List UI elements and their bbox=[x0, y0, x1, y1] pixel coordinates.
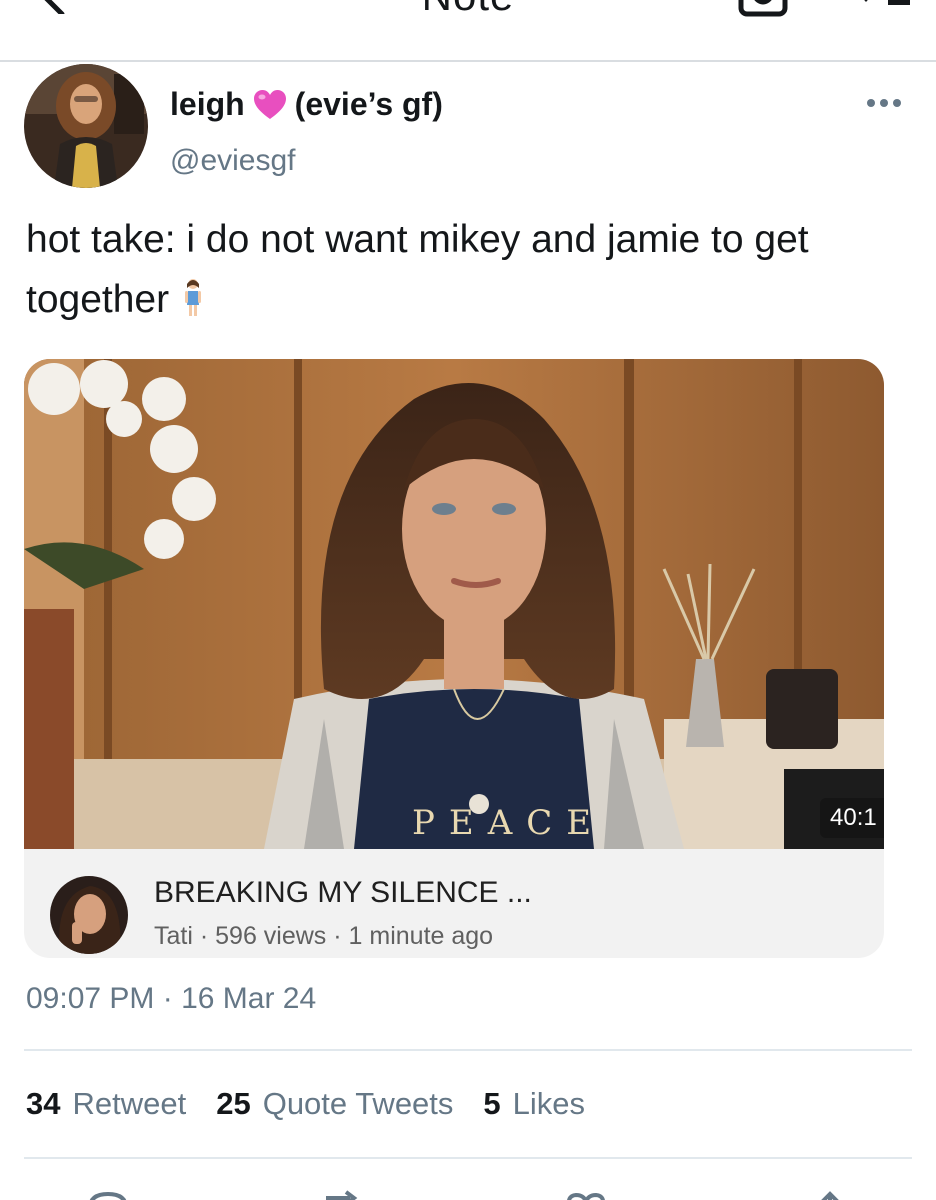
stat-label: Retweet bbox=[72, 1086, 187, 1121]
stat-label: Likes bbox=[512, 1086, 586, 1121]
display-name[interactable]: leigh (evie’s gf) bbox=[170, 86, 443, 123]
video-thumbnail[interactable]: PEACE bbox=[24, 359, 884, 849]
pink-heart-icon bbox=[253, 89, 286, 119]
reply-icon[interactable] bbox=[86, 1190, 130, 1200]
video-meta: Tati · 596 views · 1 minute ago bbox=[154, 922, 493, 951]
standing-girl-icon bbox=[185, 279, 202, 316]
user-avatar[interactable] bbox=[24, 64, 148, 188]
video-link-card[interactable]: PEACE bbox=[24, 359, 884, 958]
meta-separator: · bbox=[199, 922, 216, 950]
channel-avatar[interactable] bbox=[50, 876, 128, 954]
divider bbox=[24, 1049, 912, 1051]
channel-name[interactable]: Tati bbox=[154, 922, 193, 950]
tweet-stats: 34 Retweet 25 Quote Tweets 5 Likes bbox=[26, 1086, 585, 1122]
top-navigation-bar: Note bbox=[0, 0, 936, 62]
upload-age: 1 minute ago bbox=[348, 922, 494, 950]
meta-separator: · bbox=[333, 922, 349, 950]
stat-count: 25 bbox=[216, 1086, 251, 1121]
stat-count: 5 bbox=[483, 1086, 501, 1121]
shirt-print: PEACE bbox=[412, 803, 605, 843]
compose-list-icon[interactable] bbox=[848, 0, 910, 18]
more-options-icon[interactable] bbox=[866, 96, 902, 110]
stat-likes[interactable]: 5 Likes bbox=[483, 1086, 585, 1122]
stat-retweets[interactable]: 34 Retweet bbox=[26, 1086, 186, 1122]
stat-count: 34 bbox=[26, 1086, 61, 1121]
view-count: 596 views bbox=[215, 922, 327, 950]
retweet-icon[interactable] bbox=[320, 1190, 364, 1200]
display-name-suffix: (evie’s gf) bbox=[294, 86, 443, 122]
video-duration: 40:1 bbox=[820, 798, 884, 838]
divider bbox=[24, 1157, 912, 1159]
video-title[interactable]: BREAKING MY SILENCE ... bbox=[154, 876, 532, 910]
like-icon[interactable] bbox=[564, 1190, 608, 1200]
stat-quote-tweets[interactable]: 25 Quote Tweets bbox=[216, 1086, 453, 1122]
user-handle[interactable]: @eviesgf bbox=[170, 144, 296, 178]
display-name-text: leigh bbox=[170, 86, 245, 122]
nav-title: Note bbox=[0, 0, 936, 20]
stat-label: Quote Tweets bbox=[262, 1086, 454, 1121]
tweet-timestamp: 09:07 PM · 16 Mar 24 bbox=[26, 982, 317, 1015]
tweet-text-content: hot take: i do not want mikey and jamie … bbox=[26, 218, 809, 321]
camera-icon[interactable] bbox=[738, 0, 788, 18]
share-icon[interactable] bbox=[808, 1190, 852, 1200]
tweet-text: hot take: i do not want mikey and jamie … bbox=[26, 210, 906, 330]
